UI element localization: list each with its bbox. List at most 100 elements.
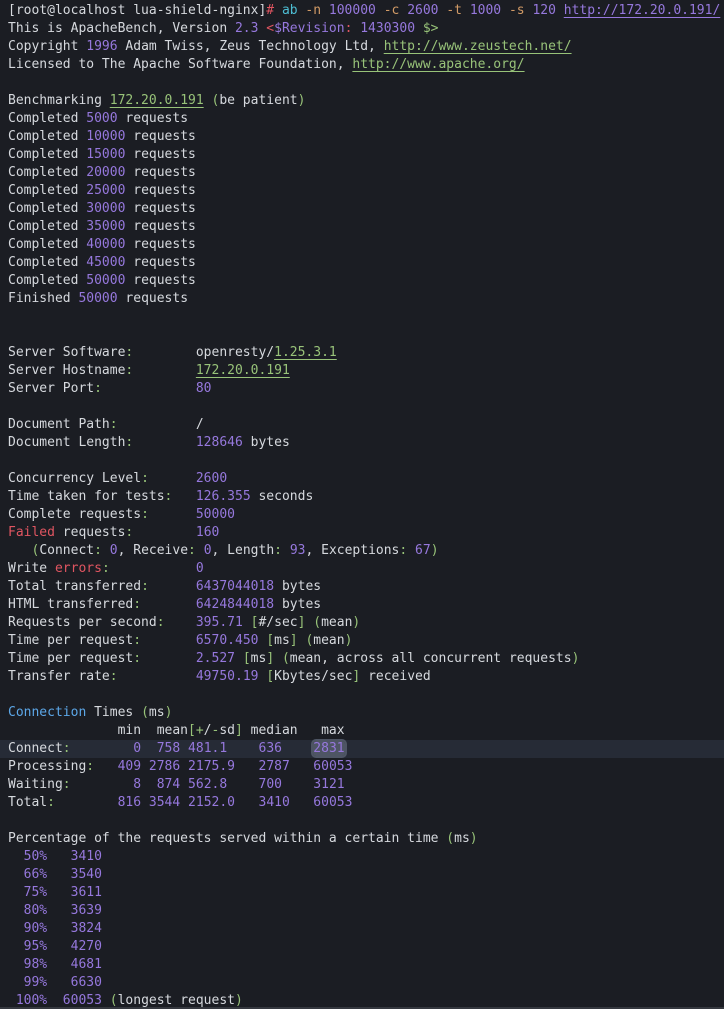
terminal-line: Write errors: 0 — [0, 560, 724, 578]
text-token: requests — [55, 525, 125, 540]
text-token: Licensed to The Apache Software Foundati… — [8, 57, 352, 72]
text-token: 50000 — [86, 273, 125, 288]
text-token: 128646 — [196, 435, 243, 450]
text-token: This is ApacheBench, Version — [8, 21, 235, 36]
terminal-line: Copyright 1996 Adam Twiss, Zeus Technolo… — [0, 38, 724, 56]
table-row-waiting: Waiting: 8 874 562.8 700 3121 — [0, 776, 724, 794]
text-token — [290, 759, 313, 774]
text-token: 30000 — [86, 201, 125, 216]
ip-address: 172.20.0.191 — [110, 93, 204, 108]
text-token: ) — [352, 615, 360, 630]
terminal-line: Failed requests: 160 — [0, 524, 724, 542]
url-link[interactable]: http://172.20.0.191/ — [564, 3, 721, 18]
terminal-line: Completed 30000 requests — [0, 200, 724, 218]
connection-times-header: Connection Times (ms) — [0, 704, 724, 722]
text-token: 2.3 — [235, 21, 258, 36]
text-token — [204, 93, 212, 108]
text-token: longest request — [118, 993, 235, 1008]
text-token: Total — [8, 795, 47, 810]
text-token: Completed — [8, 129, 86, 144]
text-token: 93 — [290, 543, 306, 558]
text-token — [235, 651, 243, 666]
table-header-row: min mean[+/-sd] median max — [0, 722, 724, 740]
text-token — [399, 3, 407, 18]
text-token: 2787 — [259, 759, 290, 774]
text-token — [47, 867, 70, 882]
shell-prompt: [root@localhost lua-shield-nginx] — [8, 3, 266, 18]
text-token: Complete requests — [8, 507, 141, 522]
text-token: requests — [125, 129, 195, 144]
text-token: 2600 — [196, 471, 227, 486]
text-token: Copyright — [8, 39, 86, 54]
text-token: ] — [235, 723, 243, 738]
text-token: ) — [235, 993, 243, 1008]
text-token — [243, 615, 251, 630]
text-token: 80 — [196, 381, 212, 396]
text-token: 3544 — [149, 795, 180, 810]
text-token: 3121 — [313, 777, 344, 792]
text-token: , Length — [212, 543, 275, 558]
terminal-line: Completed 15000 requests — [0, 146, 724, 164]
text-token — [321, 3, 329, 18]
text-token: bytes — [274, 597, 321, 612]
text-token — [282, 741, 313, 756]
ip-address: 172.20.0.191 — [196, 363, 290, 378]
text-token: : — [63, 777, 71, 792]
text-token: ) — [298, 93, 306, 108]
terminal-line: Time taken for tests: 126.355 seconds — [0, 488, 724, 506]
text-token: 2.527 — [196, 651, 235, 666]
text-token: Completed — [8, 219, 86, 234]
text-token — [47, 939, 70, 954]
terminal-line: Completed 20000 requests — [0, 164, 724, 182]
terminal-line — [0, 308, 724, 326]
text-token — [149, 507, 196, 522]
text-token — [47, 885, 70, 900]
text-token: ) — [345, 633, 353, 648]
text-token — [102, 993, 110, 1008]
text-token: Server Port — [8, 381, 94, 396]
text-token: requests — [125, 201, 195, 216]
terminal-output[interactable]: [root@localhost lua-shield-nginx]# ab -n… — [0, 0, 724, 1009]
text-token: 50000 — [196, 507, 235, 522]
text-token: : — [157, 615, 165, 630]
url-link[interactable]: http://www.apache.org/ — [352, 57, 524, 72]
terminal-line: Completed 10000 requests — [0, 128, 724, 146]
url-link[interactable]: http://www.zeustech.net/ — [384, 39, 572, 54]
text-token — [133, 363, 196, 378]
percentiles-header: Percentage of the requests served within… — [0, 830, 724, 848]
text-token: 816 — [118, 795, 141, 810]
terminal-line: Document Length: 128646 bytes — [0, 434, 724, 452]
text-token: 60053 — [313, 759, 352, 774]
text-token: 409 — [118, 759, 141, 774]
text-token: : — [47, 795, 55, 810]
text-token: 66% — [24, 867, 47, 882]
flag-token: -t — [446, 3, 462, 18]
text-token: 6424844018 — [196, 597, 274, 612]
terminal-line — [0, 452, 724, 470]
text-token: ) — [165, 705, 173, 720]
text-token: errors — [55, 561, 102, 576]
command-line: [root@localhost lua-shield-nginx]# ab -n… — [0, 2, 724, 20]
text-token: Time per request — [8, 651, 133, 666]
text-token — [227, 777, 258, 792]
text-token: mean, across all concurrent requests — [290, 651, 572, 666]
terminal-line — [0, 326, 724, 344]
text-token — [133, 435, 196, 450]
terminal-line: Document Path: / — [0, 416, 724, 434]
text-token: 60053 — [63, 993, 102, 1008]
text-token — [227, 741, 258, 756]
text-token: mean — [313, 633, 344, 648]
text-token: ] — [266, 651, 274, 666]
text-token: 6630 — [71, 975, 102, 990]
text-token: ms — [454, 831, 470, 846]
text-token — [47, 903, 70, 918]
server-version: 1.25.3.1 — [274, 345, 337, 360]
terminal-line: Finished 50000 requests — [0, 290, 724, 308]
text-token: requests — [118, 291, 188, 306]
text-token: Completed — [8, 165, 86, 180]
text-token: 1996 — [86, 39, 117, 54]
text-token: : — [102, 561, 110, 576]
text-token — [8, 993, 16, 1008]
text-token: requests — [118, 111, 188, 126]
text-token: requests — [125, 237, 195, 252]
